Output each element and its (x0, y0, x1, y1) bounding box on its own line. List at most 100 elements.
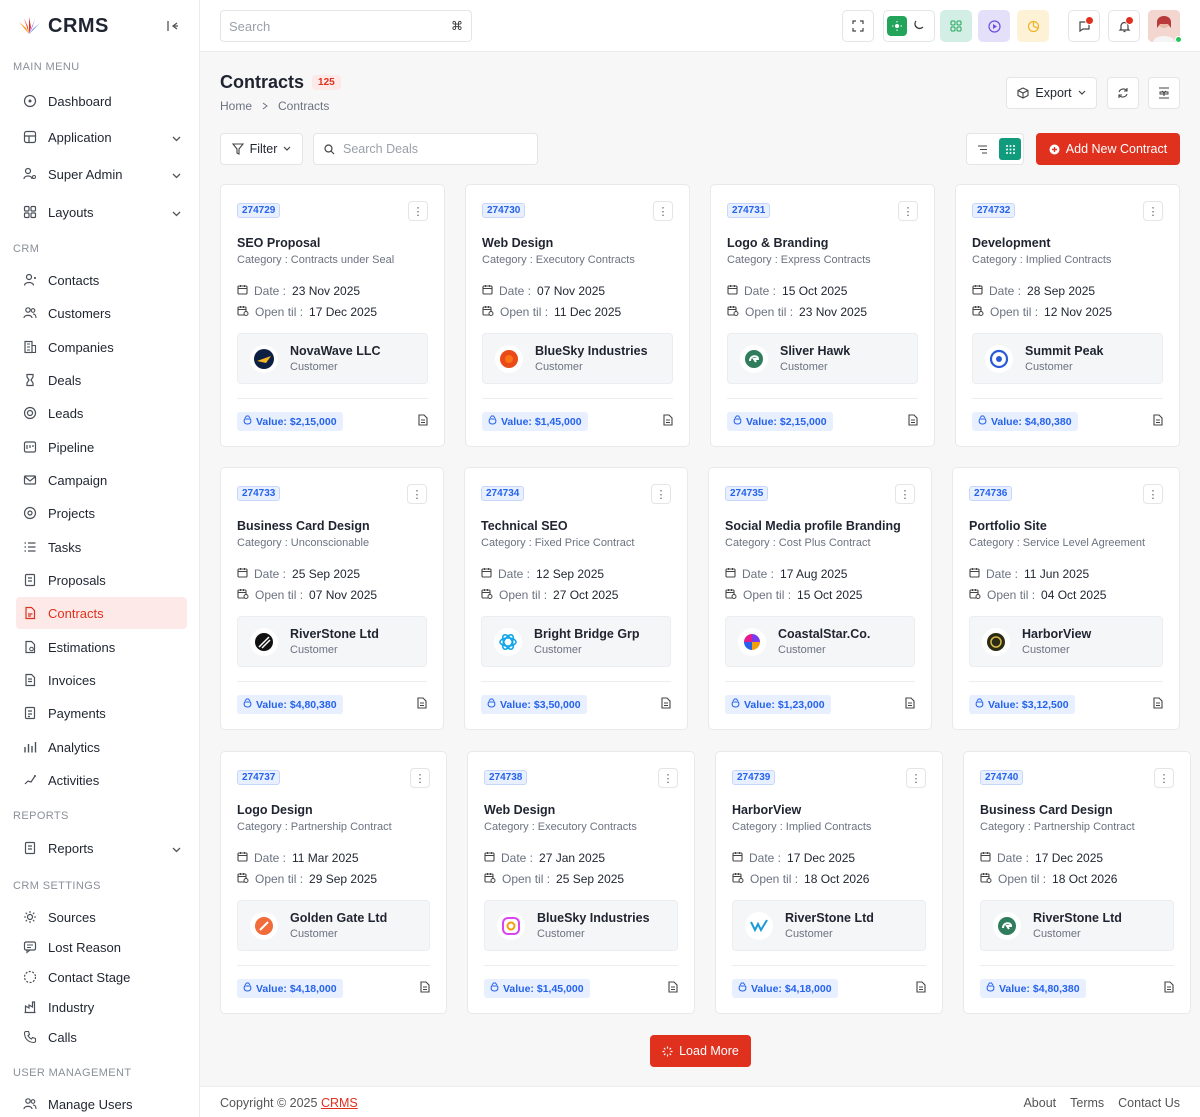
collapse-sidebar-icon[interactable] (163, 16, 183, 36)
contract-card[interactable]: 274735 ⋮ Social Media profile Branding C… (708, 467, 932, 730)
more-options-icon[interactable]: ⋮ (410, 768, 430, 788)
breadcrumb-home[interactable]: Home (220, 99, 252, 113)
sidebar-item-sources[interactable]: Sources (16, 901, 187, 933)
apps-grid-button[interactable] (940, 10, 972, 42)
search-deals-input[interactable]: Search Deals (313, 133, 538, 165)
sidebar-item-campaign[interactable]: Campaign (16, 464, 187, 496)
contract-card[interactable]: 274737 ⋮ Logo Design Category : Partners… (220, 751, 447, 1014)
customer-box[interactable]: RiverStone Ltd Customer (237, 616, 427, 667)
footer-link-terms[interactable]: Terms (1070, 1096, 1104, 1110)
customer-box[interactable]: HarborView Customer (969, 616, 1163, 667)
sidebar-item-estimations[interactable]: Estimations (16, 631, 187, 663)
contract-title[interactable]: Logo Design (237, 803, 313, 817)
sidebar-item-pipeline[interactable]: Pipeline (16, 431, 187, 463)
brand-logo[interactable]: CRMS (16, 15, 109, 38)
customer-box[interactable]: CoastalStar.Co. Customer (725, 616, 915, 667)
sidebar-item-contracts[interactable]: Contracts (16, 597, 187, 629)
sidebar-item-invoices[interactable]: Invoices (16, 664, 187, 696)
sidebar-item-customers[interactable]: Customers (16, 297, 187, 329)
contract-title[interactable]: Social Media profile Branding (725, 519, 901, 533)
sidebar-item-leads[interactable]: Leads (16, 397, 187, 429)
more-options-icon[interactable]: ⋮ (658, 768, 678, 788)
contract-title[interactable]: Logo & Branding (727, 236, 828, 250)
light-mode-icon[interactable] (887, 16, 907, 36)
list-view-icon[interactable] (971, 138, 993, 160)
sidebar-item-activities[interactable]: Activities (16, 764, 187, 796)
add-new-contract-button[interactable]: Add New Contract (1036, 133, 1180, 165)
contract-card[interactable]: 274731 ⋮ Logo & Branding Category : Expr… (710, 184, 935, 447)
contract-title[interactable]: Technical SEO (481, 519, 568, 533)
sidebar-item-reports[interactable]: Reports (16, 832, 187, 864)
sidebar-item-payments[interactable]: Payments (16, 697, 187, 729)
document-icon[interactable] (1152, 697, 1163, 712)
customer-box[interactable]: Golden Gate Ltd Customer (237, 900, 430, 951)
document-icon[interactable] (915, 981, 926, 996)
customer-box[interactable]: Sliver Hawk Customer (727, 333, 918, 384)
sidebar-item-contact-stage[interactable]: Contact Stage (16, 961, 187, 993)
load-more-button[interactable]: Load More (650, 1035, 751, 1067)
contract-card[interactable]: 274733 ⋮ Business Card Design Category :… (220, 467, 444, 730)
document-icon[interactable] (416, 697, 427, 712)
document-icon[interactable] (417, 414, 428, 429)
customer-box[interactable]: Summit Peak Customer (972, 333, 1163, 384)
contract-title[interactable]: SEO Proposal (237, 236, 320, 250)
sidebar-item-industry[interactable]: Industry (16, 991, 187, 1023)
customer-box[interactable]: NovaWave LLC Customer (237, 333, 428, 384)
document-icon[interactable] (1152, 414, 1163, 429)
document-icon[interactable] (662, 414, 673, 429)
contract-card[interactable]: 274730 ⋮ Web Design Category : Executory… (465, 184, 690, 447)
contract-title[interactable]: Portfolio Site (969, 519, 1047, 533)
contract-title[interactable]: HarborView (732, 803, 801, 817)
contract-card[interactable]: 274732 ⋮ Development Category : Implied … (955, 184, 1180, 447)
contract-title[interactable]: Web Design (484, 803, 555, 817)
footer-link-contact[interactable]: Contact Us (1118, 1096, 1180, 1110)
contract-card[interactable]: 274740 ⋮ Business Card Design Category :… (963, 751, 1191, 1014)
more-options-icon[interactable]: ⋮ (407, 484, 427, 504)
footer-link-about[interactable]: About (1023, 1096, 1056, 1110)
more-options-icon[interactable]: ⋮ (1143, 484, 1163, 504)
contract-title[interactable]: Development (972, 236, 1051, 250)
sidebar-item-contacts[interactable]: Contacts (16, 264, 187, 296)
contract-card[interactable]: 274734 ⋮ Technical SEO Category : Fixed … (464, 467, 688, 730)
sidebar-item-tasks[interactable]: Tasks (16, 531, 187, 563)
grid-view-icon[interactable] (999, 138, 1021, 160)
chevron-down-icon[interactable] (172, 205, 181, 220)
document-icon[interactable] (904, 697, 915, 712)
stats-button[interactable] (1017, 10, 1049, 42)
contract-card[interactable]: 274739 ⋮ HarborView Category : Implied C… (715, 751, 943, 1014)
contract-title[interactable]: Web Design (482, 236, 553, 250)
more-options-icon[interactable]: ⋮ (895, 484, 915, 504)
sidebar-item-calls[interactable]: Calls (16, 1021, 187, 1053)
chevron-down-icon[interactable] (172, 167, 181, 182)
sidebar-item-proposals[interactable]: Proposals (16, 564, 187, 596)
sidebar-item-analytics[interactable]: Analytics (16, 731, 187, 763)
more-options-icon[interactable]: ⋮ (653, 201, 673, 221)
more-options-icon[interactable]: ⋮ (408, 201, 428, 221)
customer-box[interactable]: BlueSky Industries Customer (482, 333, 673, 384)
sidebar-item-layouts[interactable]: Layouts (16, 196, 187, 228)
refresh-button[interactable] (1107, 77, 1139, 109)
contract-card[interactable]: 274738 ⋮ Web Design Category : Executory… (467, 751, 695, 1014)
customer-box[interactable]: RiverStone Ltd Customer (980, 900, 1174, 951)
document-icon[interactable] (667, 981, 678, 996)
customer-box[interactable]: RiverStone Ltd Customer (732, 900, 926, 951)
notifications-button[interactable] (1108, 10, 1140, 42)
copyright-brand-link[interactable]: CRMS (321, 1096, 358, 1110)
chevron-down-icon[interactable] (172, 841, 181, 856)
contract-card[interactable]: 274736 ⋮ Portfolio Site Category : Servi… (952, 467, 1180, 730)
document-icon[interactable] (1163, 981, 1174, 996)
customer-box[interactable]: Bright Bridge Grp Customer (481, 616, 671, 667)
messages-button[interactable] (1068, 10, 1100, 42)
export-button[interactable]: Export (1006, 77, 1097, 109)
sidebar-item-manage-users[interactable]: Manage Users (16, 1088, 187, 1117)
sidebar-item-deals[interactable]: Deals (16, 364, 187, 396)
theme-toggle[interactable] (883, 10, 935, 42)
document-icon[interactable] (419, 981, 430, 996)
customer-box[interactable]: BlueSky Industries Customer (484, 900, 678, 951)
document-icon[interactable] (907, 414, 918, 429)
sidebar-item-lost-reason[interactable]: Lost Reason (16, 931, 187, 963)
global-search-input[interactable]: Search ⌘ (220, 10, 472, 42)
collapse-header-button[interactable] (1148, 77, 1180, 109)
more-options-icon[interactable]: ⋮ (1154, 768, 1174, 788)
fullscreen-button[interactable] (842, 10, 874, 42)
